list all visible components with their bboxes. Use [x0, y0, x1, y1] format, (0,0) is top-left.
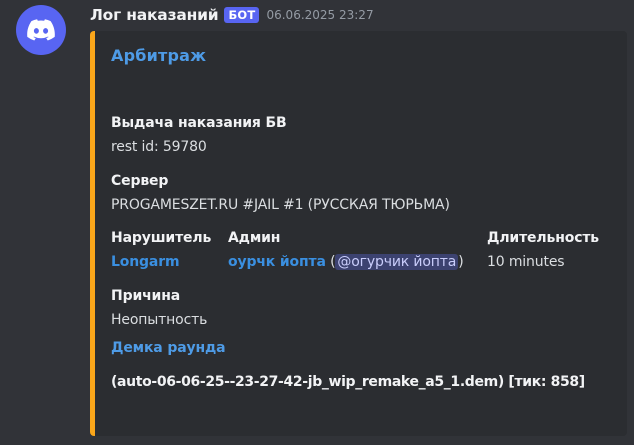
- admin-link[interactable]: оурчк йопта: [228, 254, 326, 270]
- server-label: Сервер: [111, 173, 169, 189]
- description-title: Выдача наказания БВ: [111, 115, 287, 131]
- message-timestamp[interactable]: 06.06.2025 23:27: [266, 8, 373, 22]
- duration-value: 10 minutes: [487, 254, 565, 270]
- bot-badge: БОТ: [224, 7, 260, 23]
- demo-link[interactable]: Демка раунда: [111, 338, 226, 358]
- discord-logo-icon: [27, 19, 55, 41]
- offender-link[interactable]: Longarm: [111, 252, 180, 272]
- admin-close-paren: ): [458, 254, 464, 270]
- duration-label: Длительность: [487, 230, 600, 246]
- embed-title: Арбитраж: [111, 46, 207, 65]
- bot-avatar[interactable]: [16, 5, 66, 55]
- bot-username[interactable]: Лог наказаний: [90, 6, 219, 24]
- reason-value: Неопытность: [111, 312, 208, 328]
- reason-label: Причина: [111, 288, 181, 304]
- admin-value: оурчк йопта (@огурчик йопта): [228, 252, 464, 272]
- server-value: PROGAMESZET.RU #JAIL #1 (РУССКАЯ ТЮРЬМА): [111, 197, 450, 213]
- demo-file: (auto-06-06-25--23-27-42-jb_wip_remake_a…: [111, 374, 585, 390]
- offender-label: Нарушитель: [111, 230, 212, 246]
- admin-label: Админ: [228, 230, 281, 246]
- admin-mention[interactable]: @огурчик йопта: [335, 254, 459, 270]
- punishment-embed: Арбитраж Выдача наказания БВ rest id: 59…: [90, 31, 627, 436]
- description-value: rest id: 59780: [111, 139, 207, 155]
- message-header: Лог наказаний БОТ 06.06.2025 23:27: [90, 4, 374, 26]
